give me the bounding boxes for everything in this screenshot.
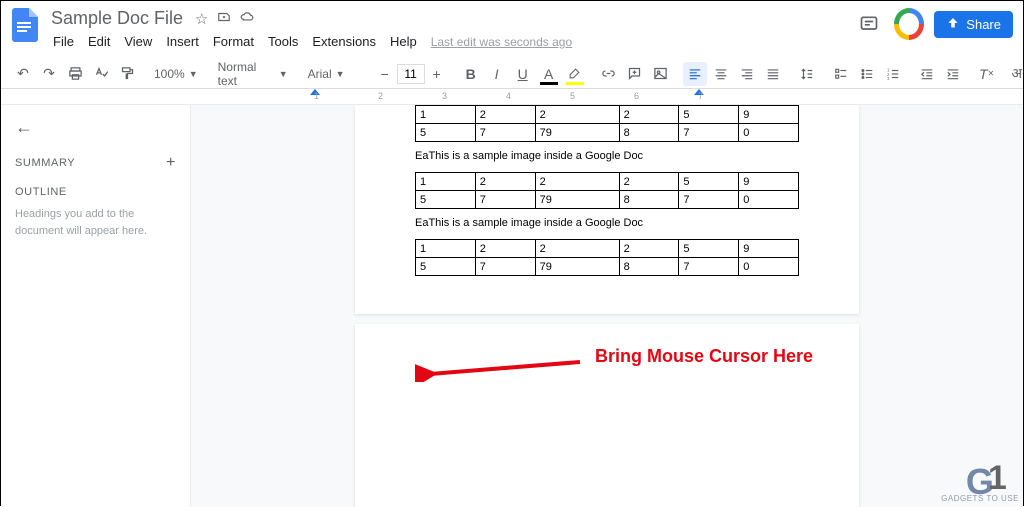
table-2[interactable]: 122259 5779870 [415,172,799,209]
share-label: Share [966,17,1001,32]
table-row: 5779870 [416,258,799,276]
ruler-tick: 7 [698,91,703,101]
menu-file[interactable]: File [47,32,80,51]
add-comment-button[interactable] [623,62,647,86]
bulleted-list-button[interactable] [855,62,879,86]
comment-history-icon[interactable] [854,9,884,39]
menu-edit[interactable]: Edit [82,32,116,51]
numbered-list-button[interactable]: 123 [881,62,905,86]
outline-hint: Headings you add to the document will ap… [15,206,176,239]
checklist-button[interactable] [829,62,853,86]
cloud-saved-icon[interactable] [239,10,255,28]
watermark-logo: G GADGETS TO USE [941,469,1019,503]
header-right: Share [854,9,1013,39]
font-select[interactable]: Arial▼ [303,63,363,85]
clear-formatting-button[interactable]: T✕ [975,62,999,86]
text-color-button[interactable]: A [537,62,561,86]
move-icon[interactable] [217,10,231,28]
paragraph-text[interactable]: EaThis is a sample image inside a Google… [415,150,799,162]
underline-button[interactable]: U [511,62,535,86]
svg-text:3: 3 [887,75,890,80]
ruler-tick: 4 [506,91,511,101]
align-justify-button[interactable] [761,62,785,86]
star-icon[interactable]: ☆ [195,10,208,28]
spellcheck-button[interactable] [89,62,113,86]
menu-format[interactable]: Format [207,32,260,51]
page-1[interactable]: 122259 5779870 EaThis is a sample image … [355,105,859,314]
table-row: 122259 [416,173,799,191]
page-2[interactable]: Bring Mouse Cursor Here [355,324,859,507]
align-right-button[interactable] [735,62,759,86]
menu-view[interactable]: View [118,32,158,51]
ruler-tick: 3 [442,91,447,101]
ruler-tick: 5 [570,91,575,101]
menu-bar: File Edit View Insert Format Tools Exten… [47,32,854,51]
share-button[interactable]: Share [934,11,1013,38]
table-row: 5779870 [416,191,799,209]
paint-format-button[interactable] [115,62,139,86]
summary-label: SUMMARY [15,157,75,169]
align-left-button[interactable] [683,62,707,86]
table-row: 5779870 [416,124,799,142]
doc-title[interactable]: Sample Doc File [47,7,187,30]
title-block: Sample Doc File ☆ File Edit View Insert … [47,7,854,51]
italic-button[interactable]: I [485,62,509,86]
bold-button[interactable]: B [459,62,483,86]
align-center-button[interactable] [709,62,733,86]
table-1[interactable]: 122259 5779870 [415,105,799,142]
annotation-arrow-icon [415,352,585,382]
table-row: 122259 [416,106,799,124]
insert-image-button[interactable] [649,62,673,86]
menu-help[interactable]: Help [384,32,423,51]
font-size-stepper[interactable]: − 11 + [373,62,449,86]
outline-label: OUTLINE [15,186,176,198]
table-3[interactable]: 122259 5779870 [415,239,799,276]
menu-tools[interactable]: Tools [262,32,304,51]
input-tools-button[interactable]: अ▼ [1009,62,1024,86]
increase-indent-button[interactable] [941,62,965,86]
decrease-indent-button[interactable] [915,62,939,86]
highlight-button[interactable] [563,62,587,86]
ruler-tick: 6 [634,91,639,101]
redo-button[interactable]: ↷ [37,62,61,86]
document-canvas[interactable]: 122259 5779870 EaThis is a sample image … [191,105,1023,507]
insert-link-button[interactable] [597,62,621,86]
print-button[interactable] [63,62,87,86]
outline-close-icon[interactable]: ← [15,117,176,138]
app-header: Sample Doc File ☆ File Edit View Insert … [1,1,1023,59]
zoom-select[interactable]: 100%▼ [149,63,203,85]
ruler[interactable]: 1 2 3 4 5 6 7 [1,89,1023,105]
outline-panel: ← SUMMARY + OUTLINE Headings you add to … [1,105,191,507]
paragraph-text[interactable]: EaThis is a sample image inside a Google… [415,217,799,229]
line-spacing-button[interactable] [795,62,819,86]
add-summary-button[interactable]: + [166,154,176,172]
workspace: ← SUMMARY + OUTLINE Headings you add to … [1,105,1023,507]
docs-logo[interactable] [7,7,43,43]
font-size-value[interactable]: 11 [397,64,425,84]
menu-extensions[interactable]: Extensions [306,32,382,51]
ruler-tick: 2 [378,91,383,101]
menu-insert[interactable]: Insert [160,32,205,51]
font-size-decrease[interactable]: − [373,62,397,86]
font-size-increase[interactable]: + [425,62,449,86]
styles-select[interactable]: Normal text▼ [213,63,293,85]
undo-button[interactable]: ↶ [11,62,35,86]
annotation-text: Bring Mouse Cursor Here [595,346,813,367]
meet-icon[interactable] [894,9,924,39]
table-row: 122259 [416,240,799,258]
ruler-tick: 1 [314,91,319,101]
toolbar: ↶ ↷ 100%▼ Normal text▼ Arial▼ − 11 + B I… [1,59,1023,89]
last-edit-link[interactable]: Last edit was seconds ago [431,35,572,49]
